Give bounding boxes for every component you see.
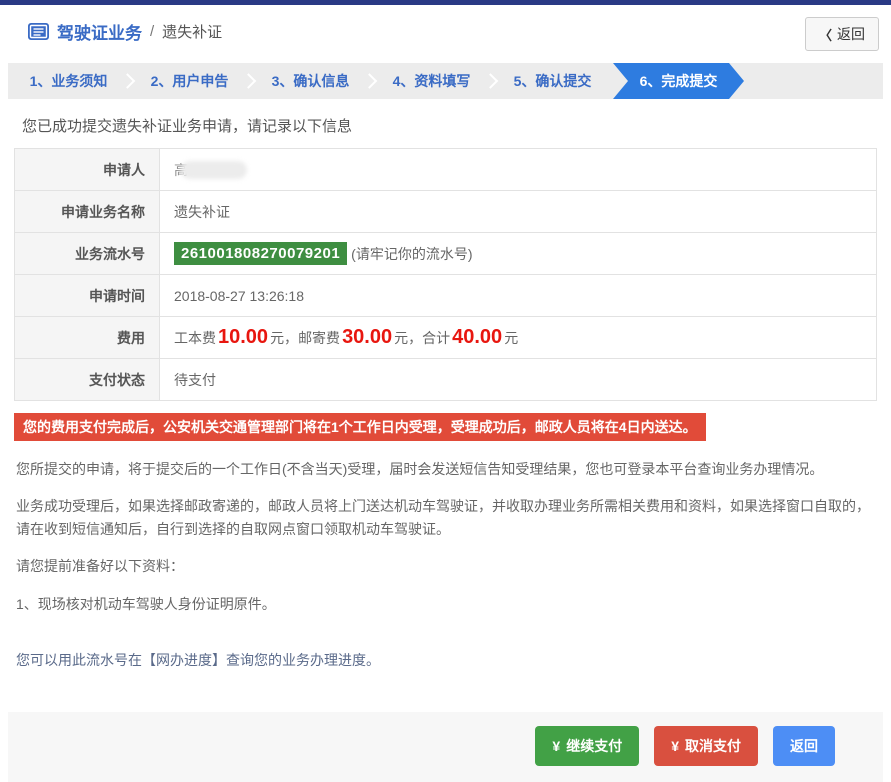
breadcrumb-current: 遗失补证	[162, 21, 222, 42]
step-5-confirm-submit: 5、确认提交	[492, 63, 613, 99]
fee-amount: 40.00	[452, 326, 502, 349]
info-paragraph: 您所提交的申请，将于提交后的一个工作日(不含当天)受理，届时会发送短信告知受理结…	[16, 458, 875, 480]
table-row-apply-time: 申请时间 2018-08-27 13:26:18	[15, 275, 876, 317]
return-button-label: 返回	[790, 736, 818, 756]
serial-number-badge: 261001808270079201	[174, 242, 347, 265]
success-heading: 您已成功提交遗失补证业务申请，请记录以下信息	[22, 115, 877, 136]
row-label: 费用	[15, 317, 160, 358]
steps-filler	[744, 63, 883, 99]
business-name-value: 遗失补证	[160, 191, 876, 232]
info-paragraph: 1、现场核对机动车驾驶人身份证明原件。	[16, 593, 875, 615]
application-info-table: 申请人 高 申请业务名称 遗失补证 业务流水号 2610018082700792…	[14, 148, 877, 401]
table-row-business-name: 申请业务名称 遗失补证	[15, 191, 876, 233]
chevron-left-icon: 〈	[819, 25, 832, 44]
continue-payment-label: 继续支付	[566, 736, 622, 756]
fee-suffix: 元，	[394, 328, 422, 348]
table-row-fees: 费用 工本费 10.00 元， 邮寄费 30.00 元， 合计 40.00 元	[15, 317, 876, 359]
step-1-business-notice: 1、业务须知	[8, 63, 129, 99]
table-row-serial-number: 业务流水号 261001808270079201 (请牢记你的流水号)	[15, 233, 876, 275]
row-label: 申请业务名称	[15, 191, 160, 232]
serial-number-note: (请牢记你的流水号)	[351, 244, 472, 264]
info-paragraph: 业务成功受理后，如果选择邮政寄递的，邮政人员将上门送达机动车驾驶证，并收取办理业…	[16, 495, 875, 540]
breadcrumb-separator: /	[150, 23, 154, 40]
fee-amount: 10.00	[218, 326, 268, 349]
back-button-label: 返回	[837, 24, 865, 44]
table-row-applicant: 申请人 高	[15, 149, 876, 191]
progress-query-note: 您可以用此流水号在【网办进度】查询您的业务办理进度。	[16, 649, 875, 671]
apply-time-value: 2018-08-27 13:26:18	[160, 275, 876, 316]
cancel-payment-label: 取消支付	[685, 736, 741, 756]
yen-icon: ¥	[552, 738, 560, 754]
step-label: 2、用户申告	[151, 71, 229, 91]
fee-amount: 30.00	[342, 326, 392, 349]
row-label: 申请人	[15, 149, 160, 190]
page-title: 驾驶证业务	[57, 19, 142, 44]
applicant-name-cell: 高	[160, 149, 876, 190]
return-button[interactable]: 返回	[773, 726, 835, 766]
row-label: 业务流水号	[15, 233, 160, 274]
info-paragraph: 请您提前准备好以下资料：	[16, 555, 875, 577]
step-4-fill-materials: 4、资料填写	[371, 63, 492, 99]
step-2-user-declaration: 2、用户申告	[129, 63, 250, 99]
step-3-confirm-info: 3、确认信息	[250, 63, 371, 99]
fee-suffix: 元，	[270, 328, 298, 348]
action-footer: ¥ 继续支付 ¥ 取消支付 返回	[8, 712, 883, 782]
license-list-icon	[28, 23, 49, 40]
name-redaction-blur	[181, 161, 247, 179]
step-label: 6、完成提交	[640, 71, 718, 91]
step-label: 4、资料填写	[393, 71, 471, 91]
cancel-payment-button[interactable]: ¥ 取消支付	[654, 726, 758, 766]
fee-label: 邮寄费	[298, 328, 340, 348]
wizard-steps: 1、业务须知 2、用户申告 3、确认信息 4、资料填写 5、确认提交 6、完成提…	[8, 63, 883, 99]
row-label: 申请时间	[15, 275, 160, 316]
row-label: 支付状态	[15, 359, 160, 400]
table-row-payment-status: 支付状态 待支付	[15, 359, 876, 401]
payment-status-value: 待支付	[160, 359, 876, 400]
back-button[interactable]: 〈 返回	[805, 17, 879, 51]
fee-suffix: 元	[504, 328, 518, 348]
page-header: 驾驶证业务 / 遗失补证 〈 返回	[0, 5, 891, 57]
continue-payment-button[interactable]: ¥ 继续支付	[535, 726, 639, 766]
yen-icon: ¥	[671, 738, 679, 754]
fee-label: 工本费	[174, 328, 216, 348]
step-label: 5、确认提交	[514, 71, 592, 91]
payment-notice-banner: 您的费用支付完成后，公安机关交通管理部门将在1个工作日内受理，受理成功后，邮政人…	[14, 413, 706, 441]
step-6-submit-complete-active: 6、完成提交	[613, 63, 744, 99]
fees-cell: 工本费 10.00 元， 邮寄费 30.00 元， 合计 40.00 元	[160, 317, 876, 358]
step-label: 3、确认信息	[272, 71, 350, 91]
fee-label: 合计	[422, 328, 450, 348]
serial-number-cell: 261001808270079201 (请牢记你的流水号)	[160, 233, 876, 274]
step-label: 1、业务须知	[30, 71, 108, 91]
result-content: 您已成功提交遗失补证业务申请，请记录以下信息 申请人 高 申请业务名称 遗失补证…	[0, 99, 891, 694]
